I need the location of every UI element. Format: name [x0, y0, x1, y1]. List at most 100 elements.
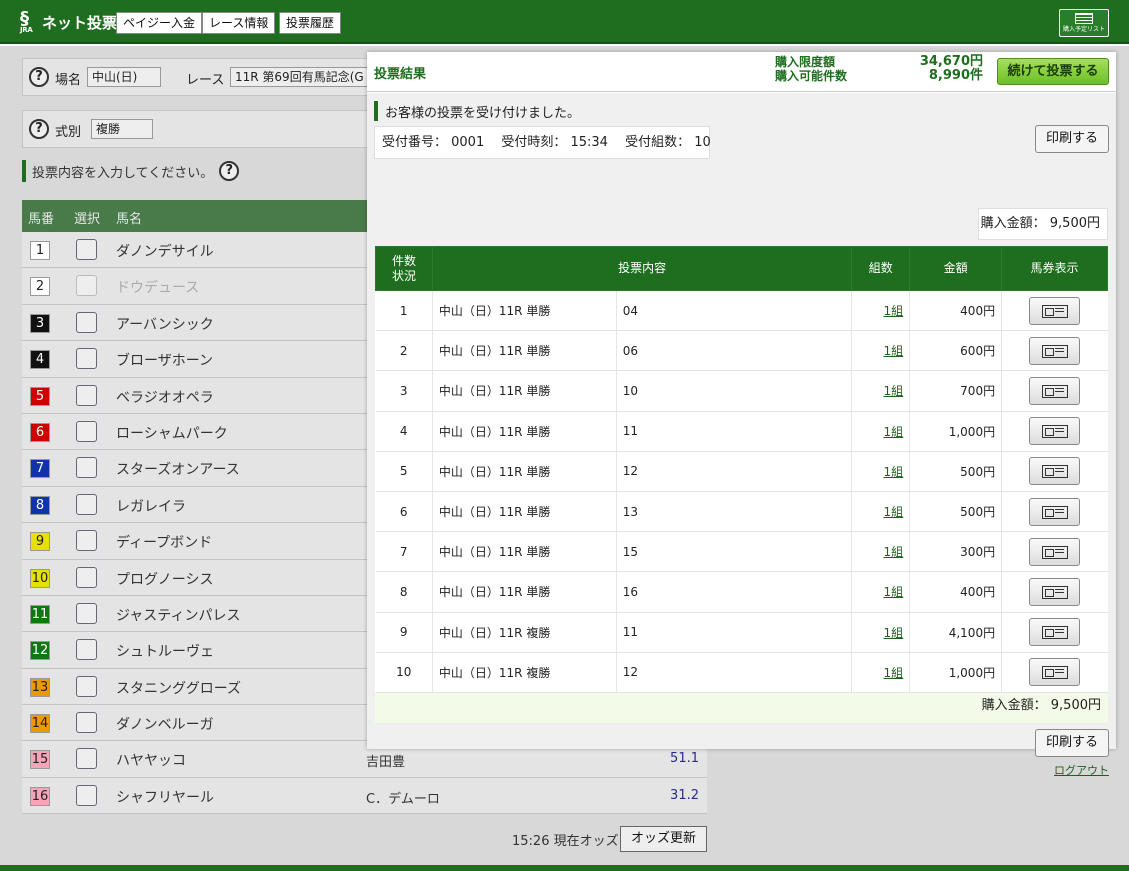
row-number: 7: [375, 531, 433, 573]
ticket-icon: [1042, 626, 1069, 640]
horse-select-checkbox[interactable]: [76, 748, 97, 770]
horse-select-checkbox[interactable]: [76, 530, 97, 552]
horse-name: シャフリヤール: [116, 789, 214, 806]
row-ticket-cell: [1001, 652, 1108, 693]
horse-name: ディープボンド: [116, 535, 213, 552]
horse-select-checkbox[interactable]: [76, 348, 97, 370]
row-race: 中山（日）11R 複勝: [432, 612, 617, 653]
print-button-bottom[interactable]: 印刷する: [1035, 729, 1109, 757]
horse-select-checkbox[interactable]: [76, 639, 97, 661]
ticket-view-button[interactable]: [1029, 336, 1081, 365]
row-amount: 400円: [909, 290, 1003, 332]
vote-history-button[interactable]: 投票履歴: [279, 12, 342, 34]
horse-select-checkbox[interactable]: [76, 384, 97, 406]
row-pick: 16: [616, 571, 853, 613]
row-ticket-cell: [1001, 491, 1108, 533]
ticket-icon: [1042, 465, 1069, 479]
row-amount: 4,100円: [909, 612, 1003, 653]
horse-select-checkbox[interactable]: [76, 602, 97, 624]
jra-logo-icon: § JRA: [20, 8, 33, 35]
horse-name: プログノーシス: [116, 571, 214, 588]
ticket-view-button[interactable]: [1029, 457, 1081, 486]
jockey-name: 吉田豊: [366, 755, 406, 771]
logout-link[interactable]: ログアウト: [1054, 762, 1109, 778]
row-pick: 10: [616, 370, 853, 412]
ticket-view-button[interactable]: [1029, 618, 1081, 647]
type-select[interactable]: 複勝: [91, 119, 153, 139]
print-button-top[interactable]: 印刷する: [1035, 125, 1109, 153]
result-row: 2 中山（日）11R 単勝 06 1組 600円: [375, 330, 1108, 372]
row-combos-cell: 1組: [851, 370, 911, 412]
race-select[interactable]: 11R 第69回有馬記念(G: [230, 67, 390, 87]
horse-select-checkbox[interactable]: [76, 675, 97, 697]
row-combos-link[interactable]: 1組: [884, 626, 904, 640]
row-amount: 1,000円: [909, 411, 1003, 452]
row-pick: 11: [616, 612, 853, 653]
horse-number: 7: [30, 459, 50, 479]
row-number: 4: [375, 411, 433, 452]
horse-select-checkbox[interactable]: [76, 420, 97, 442]
ticket-view-button[interactable]: [1029, 497, 1081, 526]
horse-select-checkbox[interactable]: [76, 239, 97, 260]
venue-select[interactable]: 中山(日): [87, 67, 161, 87]
row-combos-link[interactable]: 1組: [884, 384, 904, 398]
horse-select-checkbox[interactable]: [76, 566, 97, 588]
purchase-list-button[interactable]: 購入予定リスト: [1059, 9, 1109, 37]
row-ticket-cell: [1001, 370, 1108, 412]
horse-name: ダノンベルーガ: [116, 717, 214, 734]
horse-number: 5: [30, 386, 50, 406]
continue-voting-button[interactable]: 続けて投票する: [997, 58, 1109, 85]
ticket-icon: [1042, 666, 1069, 680]
result-table-header: 件数 状況 投票内容 組数 金額 馬券表示: [375, 246, 1108, 291]
row-combos-cell: 1組: [851, 571, 911, 613]
row-amount: 400円: [909, 571, 1003, 613]
ticket-view-button[interactable]: [1029, 537, 1081, 566]
help-icon[interactable]: ?: [29, 67, 49, 87]
row-combos-link[interactable]: 1組: [884, 304, 904, 318]
ticket-view-button[interactable]: [1029, 417, 1081, 446]
logo-text: ネット投票: [42, 13, 118, 32]
help-icon[interactable]: ?: [29, 119, 49, 139]
col-select: 選択: [74, 212, 101, 227]
ticket-view-button[interactable]: [1029, 296, 1081, 325]
ticket-icon: [1042, 344, 1069, 358]
horse-number: 14: [30, 714, 50, 734]
horse-select-checkbox[interactable]: [76, 457, 97, 479]
row-combos-cell: 1組: [851, 290, 911, 332]
result-row: 10 中山（日）11R 複勝 12 1組 1,000円: [375, 652, 1108, 693]
row-combos-link[interactable]: 1組: [884, 344, 904, 358]
row-combos-link[interactable]: 1組: [884, 425, 904, 439]
odds-timestamp: 15:26 現在オッズ: [512, 834, 619, 849]
ticket-view-button[interactable]: [1029, 577, 1081, 606]
horse-select-checkbox[interactable]: [76, 784, 97, 806]
ticket-view-button[interactable]: [1029, 376, 1081, 405]
logo-sub-text: JRA: [20, 26, 33, 34]
help-icon[interactable]: ?: [219, 161, 240, 181]
col-amount: 金額: [909, 246, 1003, 291]
row-combos-link[interactable]: 1組: [884, 585, 904, 599]
ticket-view-button[interactable]: [1029, 658, 1081, 687]
horse-select-checkbox[interactable]: [76, 311, 97, 333]
row-ticket-cell: [1001, 411, 1108, 452]
horse-select-checkbox[interactable]: [76, 493, 97, 515]
col-vote-content: 投票内容: [431, 246, 853, 291]
horse-row: 16 シャフリヤール C．デムーロ 31.2: [22, 777, 707, 815]
row-combos-link[interactable]: 1組: [884, 666, 904, 680]
row-combos-cell: 1組: [851, 411, 911, 452]
refresh-odds-button[interactable]: オッズ更新: [620, 826, 707, 852]
row-number: 8: [375, 571, 433, 613]
horse-select-checkbox[interactable]: [76, 712, 97, 734]
row-number: 10: [375, 652, 433, 693]
footer-bar: [0, 865, 1129, 871]
row-combos-link[interactable]: 1組: [884, 505, 904, 519]
row-combos-link[interactable]: 1組: [884, 465, 904, 479]
list-icon: [1075, 13, 1093, 24]
race-info-button[interactable]: レース情報: [202, 12, 276, 34]
jra-logo[interactable]: § JRA ネット投票: [20, 8, 118, 35]
row-combos-cell: 1組: [851, 330, 911, 372]
payeasy-deposit-button[interactable]: ペイジー入金: [116, 12, 203, 34]
row-combos-link[interactable]: 1組: [884, 545, 904, 559]
row-pick: 11: [616, 411, 853, 452]
row-race: 中山（日）11R 単勝: [432, 531, 617, 573]
horse-odds: 51.1: [670, 751, 699, 767]
